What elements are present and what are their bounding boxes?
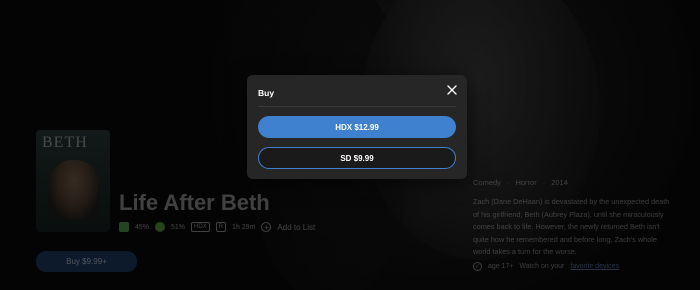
buy-sd-button[interactable]: SD $9.99 — [258, 147, 456, 169]
buy-modal: Buy HDX $12.99 SD $9.99 — [247, 75, 467, 179]
modal-divider — [258, 106, 456, 107]
close-icon — [447, 85, 457, 95]
close-button[interactable] — [445, 83, 459, 97]
buy-hdx-button[interactable]: HDX $12.99 — [258, 116, 456, 138]
modal-title: Buy — [258, 88, 275, 98]
